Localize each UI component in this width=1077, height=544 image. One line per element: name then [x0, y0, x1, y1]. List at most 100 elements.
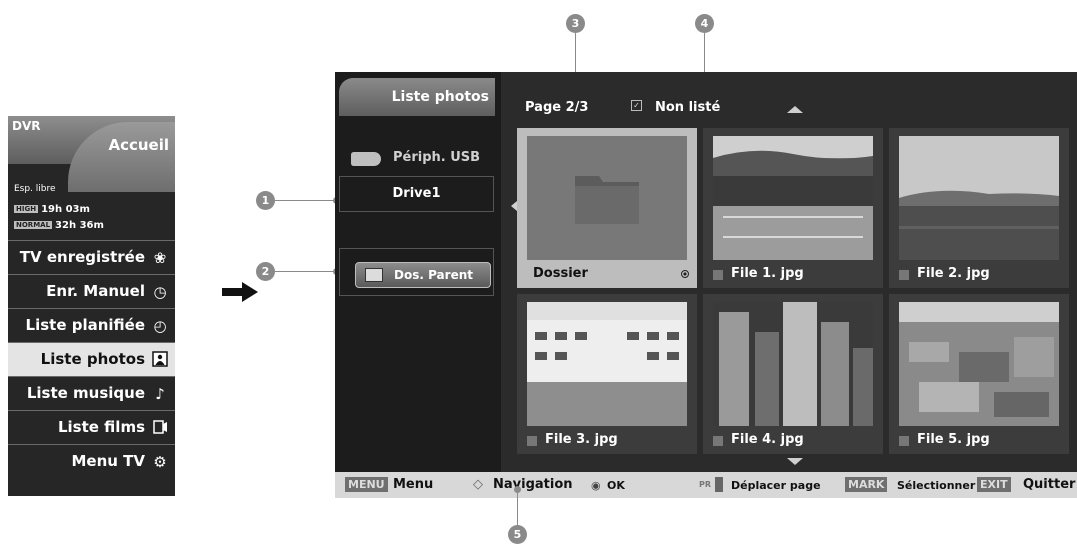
quit-label: Quitter: [1023, 477, 1076, 492]
tile-photo[interactable]: File 4. jpg: [703, 294, 883, 454]
home-title: Accueil: [108, 136, 169, 154]
pr-label: PR: [699, 480, 712, 489]
drive-item[interactable]: Drive1: [339, 176, 494, 212]
photo-thumbnail: [899, 302, 1059, 426]
cityscape-photo-icon: [899, 302, 1059, 426]
select-label: Sélectionner: [897, 479, 976, 492]
gears-icon: ⚙: [153, 453, 167, 471]
menu-item-manual-record[interactable]: Enr. Manuel ◷: [8, 275, 175, 309]
move-page-label: Déplacer page: [731, 479, 821, 492]
tile-name: File 1. jpg: [731, 266, 804, 281]
tile-name: Dossier: [533, 266, 588, 281]
callout-dot: [514, 486, 521, 493]
menu-item-movie-list[interactable]: Liste films: [8, 411, 175, 445]
menu-key-label: Menu: [393, 477, 434, 492]
tile-caption: Dossier: [517, 262, 697, 288]
tile-name: File 4. jpg: [731, 432, 804, 447]
menu-item-label: Liste films: [57, 418, 145, 436]
menu-item-label: Menu TV: [71, 452, 145, 470]
parent-folder-button[interactable]: Dos. Parent: [355, 262, 491, 288]
callout-4: 4: [695, 14, 714, 33]
photo-thumbnail: [713, 136, 873, 260]
photo-thumbnail: [527, 302, 687, 426]
tile-photo[interactable]: File 1. jpg: [703, 128, 883, 288]
navigation-label: Navigation: [493, 477, 573, 492]
high-quality-remaining: HIGH 19h 03m: [14, 204, 90, 215]
exit-key[interactable]: EXIT: [977, 477, 1011, 492]
menu-key[interactable]: MENU: [345, 477, 388, 492]
tile-caption: File 5. jpg: [889, 428, 1069, 454]
menu-item-label: Liste photos: [40, 350, 145, 368]
tile-caption: File 2. jpg: [889, 262, 1069, 288]
tile-checkbox[interactable]: [899, 436, 909, 446]
menu-item-label: Liste planifiée: [25, 316, 145, 334]
selected-radio-icon: [681, 270, 689, 278]
tile-checkbox[interactable]: [899, 270, 909, 280]
tile-caption: File 1. jpg: [703, 262, 883, 288]
pointer-arrow-icon: [222, 282, 258, 302]
up-arrow-icon[interactable]: [787, 106, 803, 113]
dvr-home-menu: DVR Accueil Esp. libre HIGH 19h 03m NORMA…: [8, 116, 175, 496]
movie-icon: [151, 419, 169, 437]
photo-icon: [151, 351, 169, 369]
ok-label: OK: [607, 479, 625, 492]
tile-photo[interactable]: File 2. jpg: [889, 128, 1069, 288]
header-arc: [68, 122, 175, 192]
callout-line: [517, 493, 518, 526]
photo-grid: Dossier File 1. jpg File 2. jpg File 3. …: [517, 128, 1069, 454]
dvr-label: DVR: [12, 119, 41, 133]
callout-line: [275, 271, 335, 272]
film-reel-icon: ❀: [153, 249, 167, 267]
free-space-label: Esp. libre: [14, 184, 56, 194]
ok-icon: ◉: [591, 479, 601, 492]
clock-record-icon: ◷: [153, 283, 167, 301]
unlisted-label: Non listé: [655, 100, 721, 115]
callout-3: 3: [566, 14, 585, 33]
menu-item-recorded-tv[interactable]: TV enregistrée ❀: [8, 241, 175, 275]
photo-thumbnail: [713, 302, 873, 426]
menu-item-photo-list[interactable]: Liste photos: [8, 343, 175, 377]
high-time: 19h 03m: [41, 204, 90, 215]
tile-name: File 3. jpg: [545, 432, 618, 447]
tile-name: File 5. jpg: [917, 432, 990, 447]
skyscrapers-photo-icon: [713, 302, 873, 426]
callout-1: 1: [256, 191, 275, 210]
tile-photo[interactable]: File 3. jpg: [517, 294, 697, 454]
folder-thumbnail: [527, 136, 687, 260]
tile-name: File 2. jpg: [917, 266, 990, 281]
photo-list-screen: Liste photos Périph. USB Drive1 Dos. Par…: [335, 72, 1077, 498]
menu-item-label: TV enregistrée: [19, 248, 145, 266]
tile-checkbox[interactable]: [527, 436, 537, 446]
menu-item-scheduled-list[interactable]: Liste planifiée ◴: [8, 309, 175, 343]
photo-thumbnail: [899, 136, 1059, 260]
tile-caption: File 3. jpg: [517, 428, 697, 454]
usb-icon: [351, 152, 381, 166]
tile-folder[interactable]: Dossier: [517, 128, 697, 288]
page-indicator: Page 2/3: [525, 100, 589, 115]
tile-checkbox[interactable]: [713, 436, 723, 446]
callout-2: 2: [256, 262, 275, 281]
menu-item-music-list[interactable]: Liste musique ♪: [8, 377, 175, 411]
normal-time: 32h 36m: [55, 220, 104, 231]
menu-item-tv-menu[interactable]: Menu TV ⚙: [8, 445, 175, 479]
panel-title: Liste photos: [391, 89, 489, 105]
building-photo-icon: [527, 302, 687, 426]
tile-checkbox[interactable]: [713, 270, 723, 280]
normal-quality-remaining: NORMAL 32h 36m: [14, 220, 104, 231]
tile-caption: File 4. jpg: [703, 428, 883, 454]
folder-up-icon: [365, 268, 383, 282]
folder-icon: [575, 176, 639, 224]
parent-folder-label: Dos. Parent: [394, 268, 473, 282]
down-arrow-icon[interactable]: [787, 458, 803, 465]
tile-photo[interactable]: File 5. jpg: [889, 294, 1069, 454]
dvr-menu-header: DVR Accueil: [8, 116, 175, 192]
mark-key[interactable]: MARK: [845, 477, 888, 492]
coast-photo-icon: [899, 136, 1059, 260]
bottom-help-bar: MENU Menu ◇ Navigation ◉ OK PR Déplacer …: [335, 472, 1077, 498]
panel-title-tab: Liste photos: [339, 78, 495, 116]
callout-line: [275, 200, 335, 201]
stadium-photo-icon: [713, 136, 873, 260]
left-panel: Liste photos Périph. USB Drive1 Dos. Par…: [335, 72, 501, 472]
menu-item-label: Enr. Manuel: [46, 282, 145, 300]
checkbox-icon: ✓: [631, 100, 642, 111]
